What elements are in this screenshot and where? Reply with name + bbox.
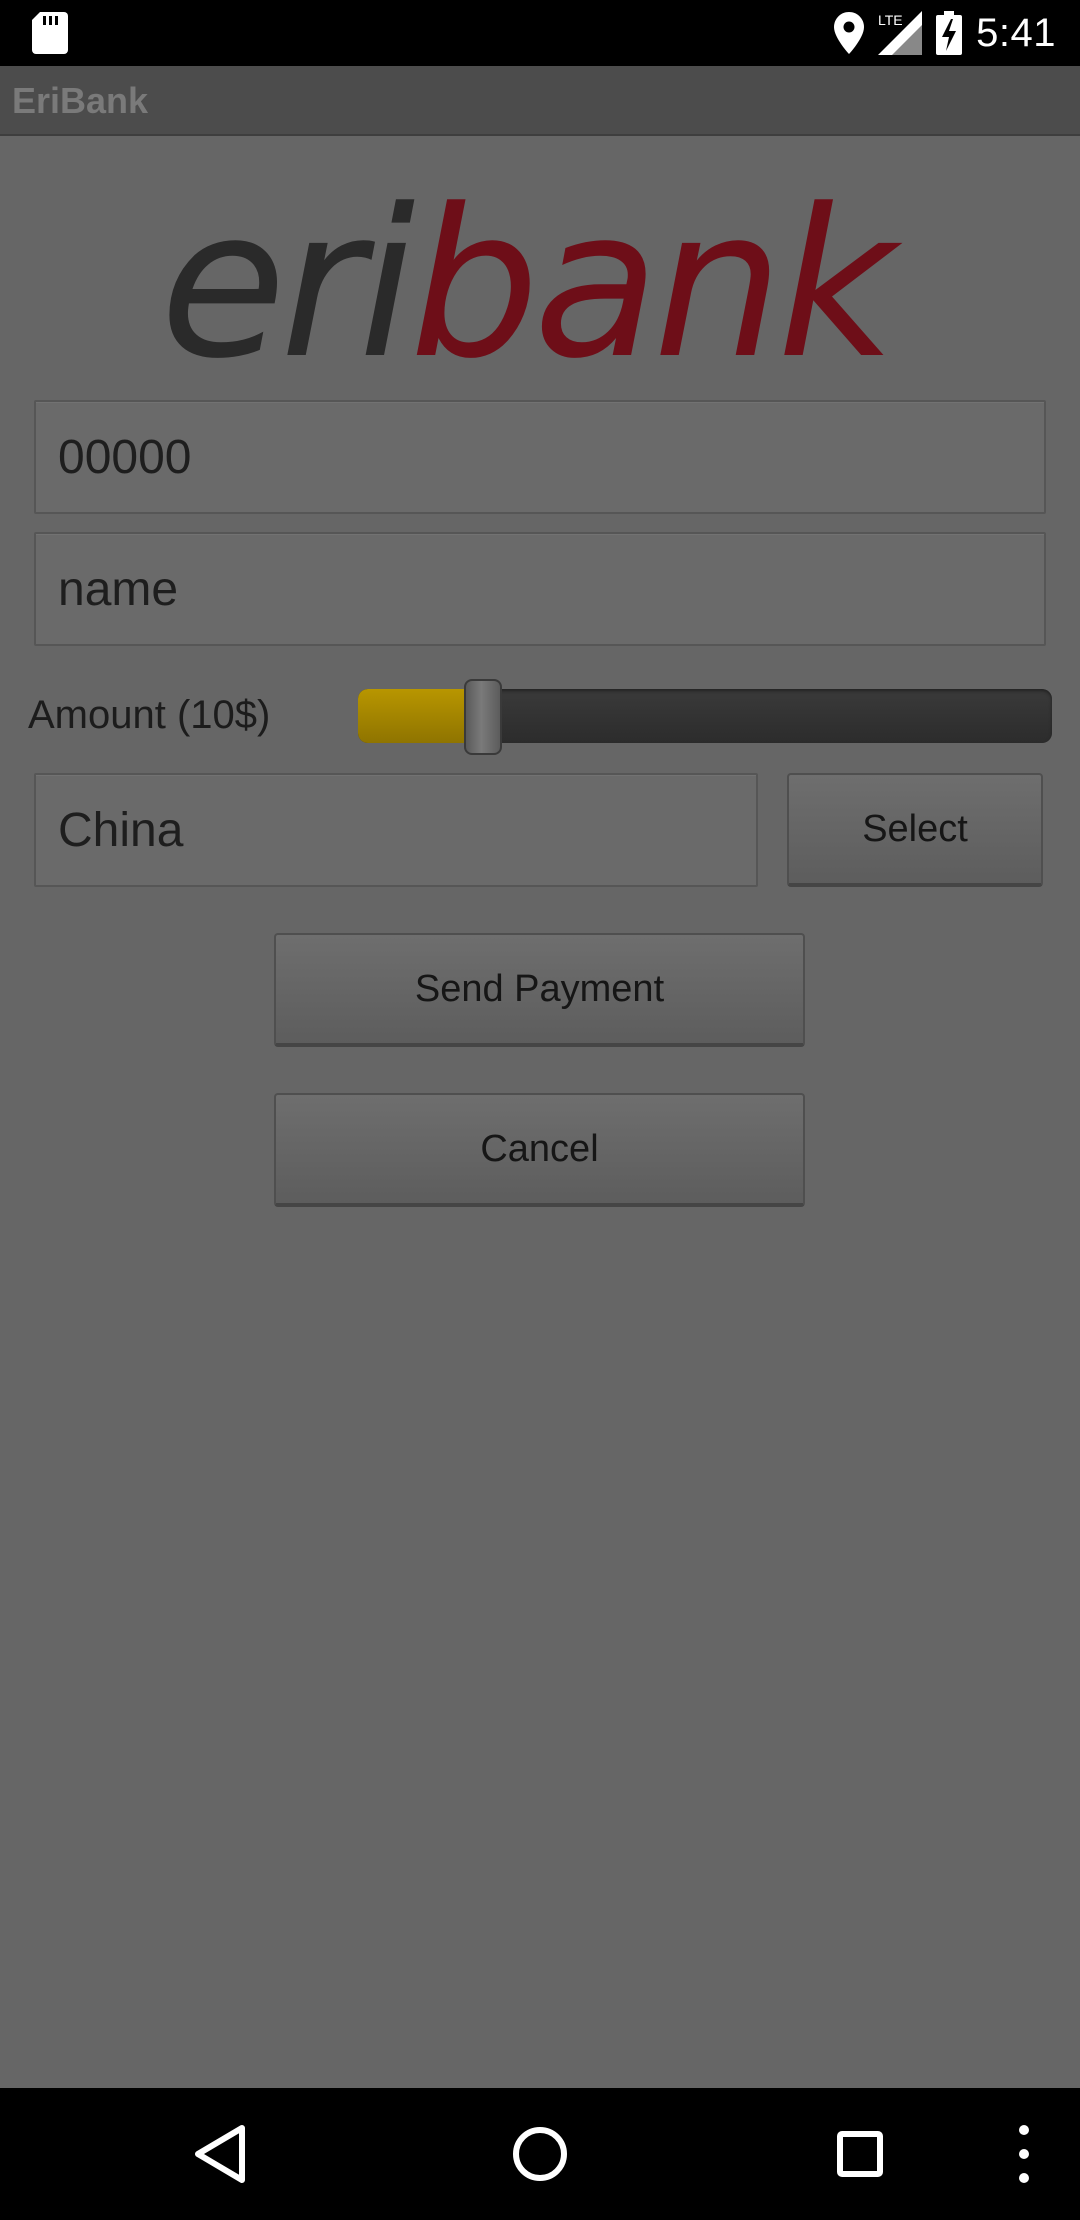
logo-text-bank: bank — [409, 166, 903, 380]
battery-charging-icon — [936, 11, 963, 55]
svg-text:LTE: LTE — [878, 12, 903, 28]
app-title: EriBank — [12, 80, 149, 121]
amount-slider-thumb[interactable] — [464, 679, 502, 755]
status-bar: LTE 5:41 — [0, 0, 1080, 66]
cancel-button[interactable]: Cancel — [274, 1093, 805, 1207]
sd-card-icon — [32, 12, 68, 54]
back-icon[interactable] — [182, 2114, 262, 2194]
payment-screen: LTE 5:41 EriBank eribank 00000 name Amou… — [0, 0, 1080, 2220]
lte-signal-icon: LTE — [878, 11, 923, 55]
navigation-bar — [0, 2088, 1080, 2220]
overflow-menu-icon[interactable] — [1000, 2114, 1048, 2194]
amount-slider[interactable] — [358, 689, 1052, 743]
recipient-name-input[interactable]: name — [34, 532, 1046, 646]
logo-text-eri: eri — [160, 166, 414, 380]
recipient-name-value: name — [58, 562, 179, 616]
action-bar: EriBank — [0, 66, 1080, 136]
send-payment-button[interactable]: Send Payment — [274, 933, 805, 1047]
account-number-value: 00000 — [58, 430, 192, 484]
status-clock: 5:41 — [976, 10, 1056, 55]
account-number-input[interactable]: 00000 — [34, 400, 1046, 514]
svg-text:eribank: eribank — [160, 166, 903, 380]
country-value: China — [58, 803, 184, 857]
location-icon — [834, 12, 865, 54]
select-country-button[interactable]: Select — [787, 773, 1043, 887]
country-input[interactable]: China — [34, 773, 758, 887]
recents-icon[interactable] — [820, 2114, 900, 2194]
amount-label: Amount (10$) — [28, 693, 271, 737]
eribank-logo: eribank — [160, 166, 909, 380]
home-icon[interactable] — [500, 2114, 580, 2194]
